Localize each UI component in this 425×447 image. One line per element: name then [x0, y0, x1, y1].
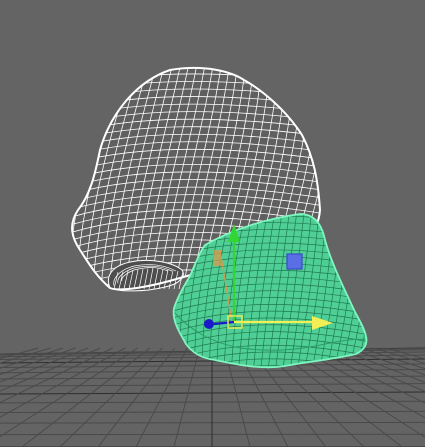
3d-viewport[interactable] [0, 0, 425, 447]
grid-line [360, 347, 425, 370]
plane-handle-icon[interactable] [286, 253, 303, 270]
viewport-canvas[interactable] [0, 0, 425, 447]
grid-line [59, 347, 163, 447]
grid-line [135, 347, 188, 447]
grid-line [335, 347, 425, 383]
z-axis-handle-icon[interactable] [204, 319, 214, 329]
grid-line [173, 347, 201, 447]
grid-line [97, 347, 176, 447]
floor-grid [0, 347, 425, 447]
pivot-marker [213, 250, 221, 266]
upper-mesh-vline [72, 67, 101, 290]
lower-mesh-vline [375, 200, 400, 380]
